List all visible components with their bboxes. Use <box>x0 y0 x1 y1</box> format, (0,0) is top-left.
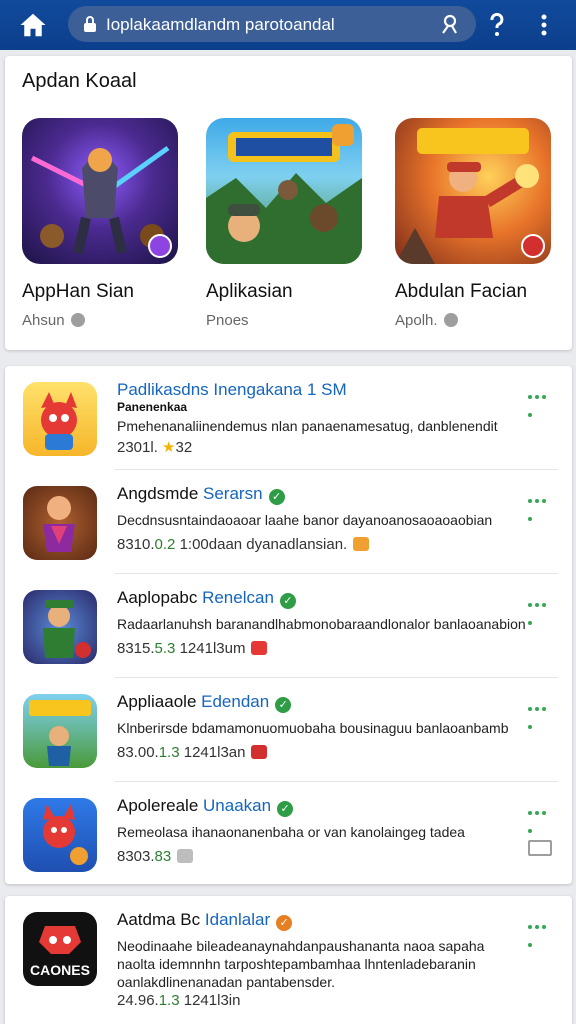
address-bar[interactable]: Ioplakaamdlandm parotoandal <box>68 6 476 42</box>
more-options-icon[interactable] <box>528 916 554 947</box>
app-title: Padlikasdns Inengakana 1 SM <box>117 380 347 399</box>
app-meta: 8303.83 <box>117 848 194 865</box>
app-subtitle: Ahsun <box>22 312 85 329</box>
app-meta: 8310.0.2 1:00daan dyanadlansian. <box>117 536 370 553</box>
shield-icon <box>70 313 85 327</box>
featured-app-2[interactable]: Aplikasian Pnoes <box>206 118 366 329</box>
more-options-icon[interactable] <box>528 802 554 833</box>
app-list-more: CAONES Aatdma Bc Idanlalar ✓ Neodinaahe b… <box>5 896 572 1024</box>
crown-icon <box>251 641 268 655</box>
app-title: Aatdma Bc Idanlalar ✓ <box>117 910 293 931</box>
app-description: Decdnsusntaindaoaoar laahe banor dayanoa… <box>117 512 493 528</box>
app-title: Apolereale Unaakan ✓ <box>117 796 294 817</box>
app-meta: 83.00.1.3 1241l3an <box>117 744 268 761</box>
list-item[interactable]: Padlikasdns Inengakana 1 SM Panenenkaa P… <box>5 366 572 470</box>
app-meta: 8315.5.3 1241l3um <box>117 640 268 657</box>
info-icon <box>443 313 458 327</box>
app-icon-label: CAONES <box>30 962 90 978</box>
app-meta: 2301l. ★32 <box>117 439 193 456</box>
app-title: Appliaaole Edendan ✓ <box>117 692 292 713</box>
featured-app-3[interactable]: Abdulan Facian Apolh. <box>395 118 555 329</box>
crown-icon <box>251 745 268 759</box>
top-bar: Ioplakaamdlandm parotoandal <box>0 0 576 50</box>
star-icon: ★ <box>162 439 176 456</box>
app-icon <box>23 590 97 664</box>
app-thumbnail[interactable] <box>206 118 362 264</box>
app-thumbnail[interactable] <box>22 118 178 264</box>
app-icon: CAONES <box>23 912 97 986</box>
url-text: Ioplakaamdlandm parotoandal <box>106 15 335 34</box>
app-title: Aaplopabc Renelcan ✓ <box>117 588 296 609</box>
app-description: oanlakdlinenanadan pantabensder. <box>117 974 335 990</box>
app-icon <box>23 382 97 456</box>
home-icon[interactable] <box>18 10 48 40</box>
app-title: Angdsmde Serarsn ✓ <box>117 484 285 505</box>
card-icon[interactable] <box>528 840 552 856</box>
account-search-icon[interactable] <box>440 13 462 35</box>
verified-icon: ✓ <box>275 697 292 713</box>
app-list: Padlikasdns Inengakana 1 SM Panenenkaa P… <box>5 366 572 884</box>
verified-icon: ✓ <box>277 801 294 817</box>
list-item[interactable]: Angdsmde Serarsn ✓ Decdnsusntaindaoaoar l… <box>5 470 572 574</box>
app-thumbnail[interactable] <box>395 118 551 264</box>
app-description: Radaarlanuhsh baranandlhabmonobaraandlon… <box>117 616 526 632</box>
app-description: Neodinaahe bileadeanaynahdanpaushananta … <box>117 938 485 954</box>
verified-icon: ✓ <box>279 593 296 609</box>
verified-icon: ✓ <box>268 489 285 505</box>
more-vert-icon[interactable] <box>532 12 556 38</box>
list-item[interactable]: Appliaaole Edendan ✓ Klnberirsde bdamamon… <box>5 678 572 782</box>
app-name: Aplikasian <box>206 281 293 302</box>
app-description: Remeolasa ihanaonanenbaha or van kanolai… <box>117 824 465 840</box>
app-icon <box>23 798 97 872</box>
lock-icon <box>82 15 98 33</box>
badge-icon: ✓ <box>276 915 293 931</box>
app-subtitle: Apolh. <box>395 312 458 329</box>
more-options-icon[interactable] <box>528 490 554 521</box>
help-icon[interactable] <box>484 11 510 39</box>
app-description: Klnberirsde bdamamonuomuobaha bousinaguu… <box>117 720 509 736</box>
app-icon <box>23 694 97 768</box>
app-name: AppHan Sian <box>22 281 134 302</box>
app-meta: 24.96.1.3 1241l3in <box>117 992 241 1009</box>
app-name: Abdulan Facian <box>395 281 528 302</box>
crown-icon <box>353 537 370 551</box>
featured-app-1[interactable]: AppHan Sian Ahsun <box>22 118 182 329</box>
list-item[interactable]: Aaplopabc Renelcan ✓ Radaarlanuhsh barana… <box>5 574 572 678</box>
list-item[interactable]: CAONES Aatdma Bc Idanlalar ✓ Neodinaahe b… <box>5 896 572 1024</box>
app-description: naolta idemnnhn tarposhtepambamhaa lhnte… <box>117 956 476 972</box>
app-description: Pmehenanaliinendemus nlan panaenamesatug… <box>117 418 498 434</box>
section-title: Apdan Koaal <box>22 70 137 92</box>
app-icon <box>23 486 97 560</box>
more-options-icon[interactable] <box>528 698 554 729</box>
more-options-icon[interactable] <box>528 386 554 417</box>
more-options-icon[interactable] <box>528 594 554 625</box>
list-item[interactable]: Apolereale Unaakan ✓ Remeolasa ihanaonane… <box>5 782 572 886</box>
app-subtitle: Pnoes <box>206 312 249 329</box>
app-subtitle: Panenenkaa <box>117 400 188 414</box>
featured-section: Apdan Koaal AppHan Sian Ahsun Aplikasian… <box>5 56 572 350</box>
download-icon <box>177 849 194 863</box>
